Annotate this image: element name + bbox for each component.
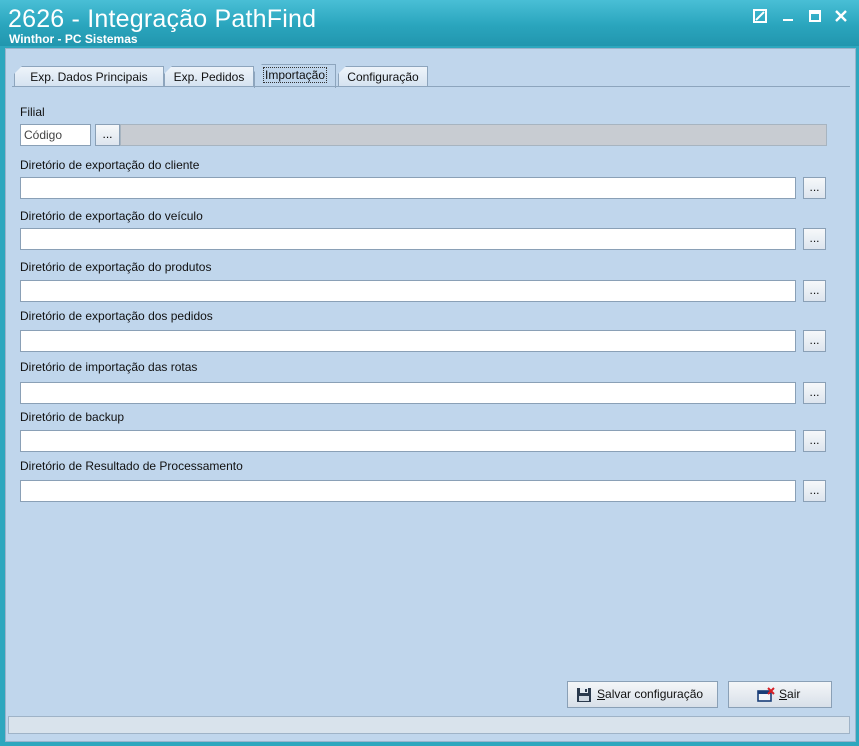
restore-edit-icon[interactable] <box>752 9 768 23</box>
dir-resultado-input[interactable] <box>20 480 796 502</box>
dir-veiculo-browse-button[interactable]: ... <box>803 228 826 250</box>
dir-backup-input[interactable] <box>20 430 796 452</box>
close-icon[interactable] <box>833 9 849 23</box>
dir-cliente-browse-button[interactable]: ... <box>803 177 826 199</box>
field-label-produtos: Diretório de exportação do produtos <box>20 260 212 274</box>
tab-label: Exp. Pedidos <box>173 70 245 84</box>
field-label-rotas: Diretório de importação das rotas <box>20 360 198 374</box>
field-label-cliente: Diretório de exportação do cliente <box>20 158 200 172</box>
filial-label: Filial <box>20 105 45 119</box>
save-button-label: Salvar configuração <box>597 687 704 701</box>
filial-code-input[interactable]: Código <box>20 124 91 146</box>
tab-label: Configuração <box>347 70 419 84</box>
tab-label: Exp. Dados Principais <box>30 70 148 84</box>
save-config-button[interactable]: Salvar configuração <box>567 681 718 708</box>
minimize-icon[interactable] <box>780 9 796 23</box>
status-bar <box>8 716 850 734</box>
dir-pedidos-input[interactable] <box>20 330 796 352</box>
save-disk-icon <box>576 687 592 703</box>
dir-rotas-input[interactable] <box>20 382 796 404</box>
dir-produtos-browse-button[interactable]: ... <box>803 280 826 302</box>
tab-exp-pedidos[interactable]: Exp. Pedidos <box>164 66 254 87</box>
dir-veiculo-input[interactable] <box>20 228 796 250</box>
tab-configuracao[interactable]: Configuração <box>338 66 428 87</box>
tab-label: Importação <box>262 67 328 83</box>
tab-importacao[interactable]: Importação <box>254 64 336 88</box>
filial-description-field <box>120 124 827 146</box>
field-label-pedidos: Diretório de exportação dos pedidos <box>20 309 213 323</box>
window-subtitle: Winthor - PC Sistemas <box>9 32 138 46</box>
dir-backup-browse-button[interactable]: ... <box>803 430 826 452</box>
title-bar: 2626 - Integração PathFind Winthor - PC … <box>0 0 859 46</box>
dir-produtos-input[interactable] <box>20 280 796 302</box>
field-label-veiculo: Diretório de exportação do veículo <box>20 209 203 223</box>
window-title: 2626 - Integração PathFind <box>8 5 317 33</box>
dir-resultado-browse-button[interactable]: ... <box>803 480 826 502</box>
field-label-backup: Diretório de backup <box>20 410 125 424</box>
exit-icon <box>757 687 775 703</box>
field-label-resultado: Diretório de Resultado de Processamento <box>20 459 243 473</box>
tab-exp-dados-principais[interactable]: Exp. Dados Principais <box>14 66 164 87</box>
exit-button-label: Sair <box>779 687 801 701</box>
tab-divider <box>12 86 850 87</box>
tab-strip: Exp. Dados Principais Exp. Pedidos Impor… <box>12 63 850 88</box>
dir-rotas-browse-button[interactable]: ... <box>803 382 826 404</box>
dir-cliente-input[interactable] <box>20 177 796 199</box>
filial-browse-button[interactable]: ... <box>95 124 120 146</box>
main-panel: Exp. Dados Principais Exp. Pedidos Impor… <box>5 48 856 742</box>
exit-button[interactable]: Sair <box>728 681 832 708</box>
maximize-icon[interactable] <box>807 9 823 23</box>
dir-pedidos-browse-button[interactable]: ... <box>803 330 826 352</box>
app-window: 2626 - Integração PathFind Winthor - PC … <box>0 0 859 746</box>
